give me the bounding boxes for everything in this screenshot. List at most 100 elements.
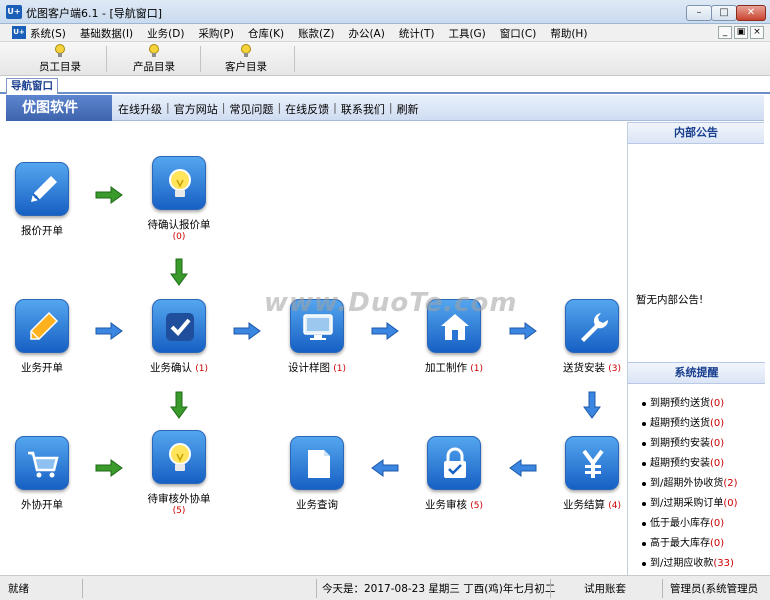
menu-base-data[interactable]: 基础数据(I) (80, 26, 133, 41)
status-state: 就绪 (8, 583, 29, 595)
menu-window[interactable]: 窗口(C) (500, 26, 537, 41)
flow-node-audit[interactable]: 业务审核 (5) (399, 436, 509, 512)
document-icon (290, 436, 344, 490)
arrow-left-blue-icon (509, 459, 537, 477)
status-separator (550, 579, 551, 598)
link-online-upgrade[interactable]: 在线升级 (118, 101, 162, 117)
link-faq[interactable]: 常见问题 (229, 101, 273, 117)
flow-node-label: 设计样图 (287, 362, 330, 374)
status-account: 试用账套 (584, 583, 626, 595)
checkmark-icon (152, 299, 206, 353)
reminder-item[interactable]: 到/超期外协收货(2) (628, 474, 765, 494)
reminder-count: (0) (710, 418, 725, 429)
reminder-item[interactable]: 超期预约安装(0) (628, 454, 765, 474)
link-official-site[interactable]: 官方网站 (174, 101, 218, 117)
link-separator: | (221, 101, 226, 114)
bulb-icon (149, 44, 159, 57)
reminder-section: 系统提醒 到期预约送货(0) 超期预约送货(0) 到期预约安装(0) 超期预约安… (628, 362, 765, 574)
bullet-icon (642, 502, 646, 506)
arrow-down-blue-icon (583, 391, 601, 419)
mdi-app-icon[interactable]: U+ (12, 26, 26, 39)
brand-links: 在线升级 | 官方网站 | 常见问题 | 在线反馈 | 联系我们 | 刷新 (118, 101, 419, 117)
menu-statistics[interactable]: 统计(T) (399, 26, 435, 41)
bullet-icon (642, 482, 646, 486)
menu-business[interactable]: 业务(D) (147, 26, 184, 41)
link-separator: | (333, 101, 337, 114)
minimize-button[interactable]: – (686, 5, 712, 21)
status-separator (82, 579, 83, 598)
link-separator: | (388, 101, 393, 114)
pencil-icon (15, 299, 69, 353)
reminder-item[interactable]: 到期预约送货(0) (628, 394, 765, 414)
menu-system[interactable]: 系统(S) (30, 26, 66, 41)
tab-strip: 导航窗口 (0, 76, 770, 94)
menu-tools[interactable]: 工具(G) (448, 26, 485, 41)
reminder-label: 到/过期应收款 (650, 558, 714, 569)
flow-node-label: 外协开单 (21, 499, 63, 511)
flow-node-count: (4) (608, 501, 622, 511)
arrow-right-blue-icon (371, 322, 399, 340)
mdi-close-button[interactable]: × (750, 26, 764, 39)
reminder-label: 到/超期外协收货 (650, 478, 724, 489)
menu-warehouse[interactable]: 仓库(K) (248, 26, 284, 41)
mdi-restore-button[interactable]: ▣ (734, 26, 748, 39)
status-separator (316, 579, 317, 598)
reminder-item[interactable]: 到/过期应收款(33) (628, 554, 765, 574)
menu-accounts[interactable]: 账款(Z) (298, 26, 334, 41)
customer-directory-button[interactable]: 客户目录 (200, 44, 292, 74)
reminder-label: 高于最大库存 (650, 538, 710, 549)
product-directory-label: 产品目录 (133, 61, 175, 73)
brand-bar: 优图软件 在线升级 | 官方网站 | 常见问题 | 在线反馈 | 联系我们 | 刷新 (6, 95, 764, 121)
reminder-item[interactable]: 超期预约送货(0) (628, 414, 765, 434)
menu-help[interactable]: 帮助(H) (550, 26, 587, 41)
product-directory-button[interactable]: 产品目录 (108, 44, 200, 74)
flow-node-confirm[interactable]: 业务确认 (1) (124, 299, 234, 375)
flow-node-quote[interactable]: 报价开单 (0, 162, 97, 238)
reminder-item[interactable]: 高于最大库存(0) (628, 534, 765, 554)
menu-office[interactable]: 办公(A) (348, 26, 384, 41)
info-panel: 内部公告 暂无内部公告! 系统提醒 到期预约送货(0) 超期预约送货(0) 到期… (627, 122, 765, 575)
flow-node-count: (1) (333, 364, 347, 374)
bullet-icon (642, 522, 646, 526)
maximize-button[interactable]: □ (711, 5, 737, 21)
navigation-flow: 报价开单 待确认报价单 (0) 业务开单 业务确认 (1) 设计样图 (1) 加… (6, 122, 626, 575)
arrow-right-green-icon (95, 186, 123, 204)
flow-node-outsource[interactable]: 外协开单 (0, 436, 97, 512)
mdi-minimize-button[interactable]: _ (718, 26, 732, 39)
flow-node-label: 业务审核 (424, 499, 467, 511)
reminder-item[interactable]: 到/过期采购订单(0) (628, 494, 765, 514)
arrow-right-blue-icon (95, 322, 123, 340)
arrow-right-green-icon (95, 459, 123, 477)
flow-node-pending-quote[interactable]: 待确认报价单 (0) (124, 156, 234, 242)
arrow-right-blue-icon (233, 322, 261, 340)
arrow-right-blue-icon (509, 322, 537, 340)
flow-node-label: 报价开单 (21, 225, 63, 237)
link-refresh[interactable]: 刷新 (397, 101, 419, 117)
link-contact[interactable]: 联系我们 (341, 101, 385, 117)
reminder-count: (0) (710, 518, 725, 529)
flow-node-count: (1) (195, 364, 209, 374)
flow-node-label: 业务确认 (149, 362, 192, 374)
close-button[interactable]: ✕ (736, 5, 766, 21)
reminder-label: 低于最小库存 (650, 518, 710, 529)
yen-icon (565, 436, 619, 490)
link-separator: | (166, 101, 170, 114)
menu-purchase[interactable]: 采购(P) (198, 26, 234, 41)
reminder-item[interactable]: 到期预约安装(0) (628, 434, 765, 454)
employee-directory-button[interactable]: 员工目录 (14, 44, 106, 74)
reminder-count: (0) (723, 498, 738, 509)
customer-directory-label: 客户目录 (225, 61, 267, 73)
flow-node-order[interactable]: 业务开单 (0, 299, 97, 375)
notice-header: 内部公告 (628, 122, 764, 144)
status-bar: 就绪 今天是：2017-08-23 星期三 丁酉(鸡)年七月初二 试用账套 管理… (0, 575, 770, 600)
tab-navigation[interactable]: 导航窗口 (6, 78, 58, 94)
reminder-header: 系统提醒 (628, 362, 765, 384)
reminder-label: 超期预约送货 (650, 418, 710, 429)
flow-node-pending-outsource[interactable]: 待审核外协单 (5) (124, 430, 234, 516)
reminder-item[interactable]: 低于最小库存(0) (628, 514, 765, 534)
flow-node-query[interactable]: 业务查询 (262, 436, 372, 512)
link-feedback[interactable]: 在线反馈 (285, 101, 329, 117)
link-separator: | (277, 101, 282, 114)
bullet-icon (642, 422, 646, 426)
flow-node-label: 送货安装 (562, 362, 605, 374)
